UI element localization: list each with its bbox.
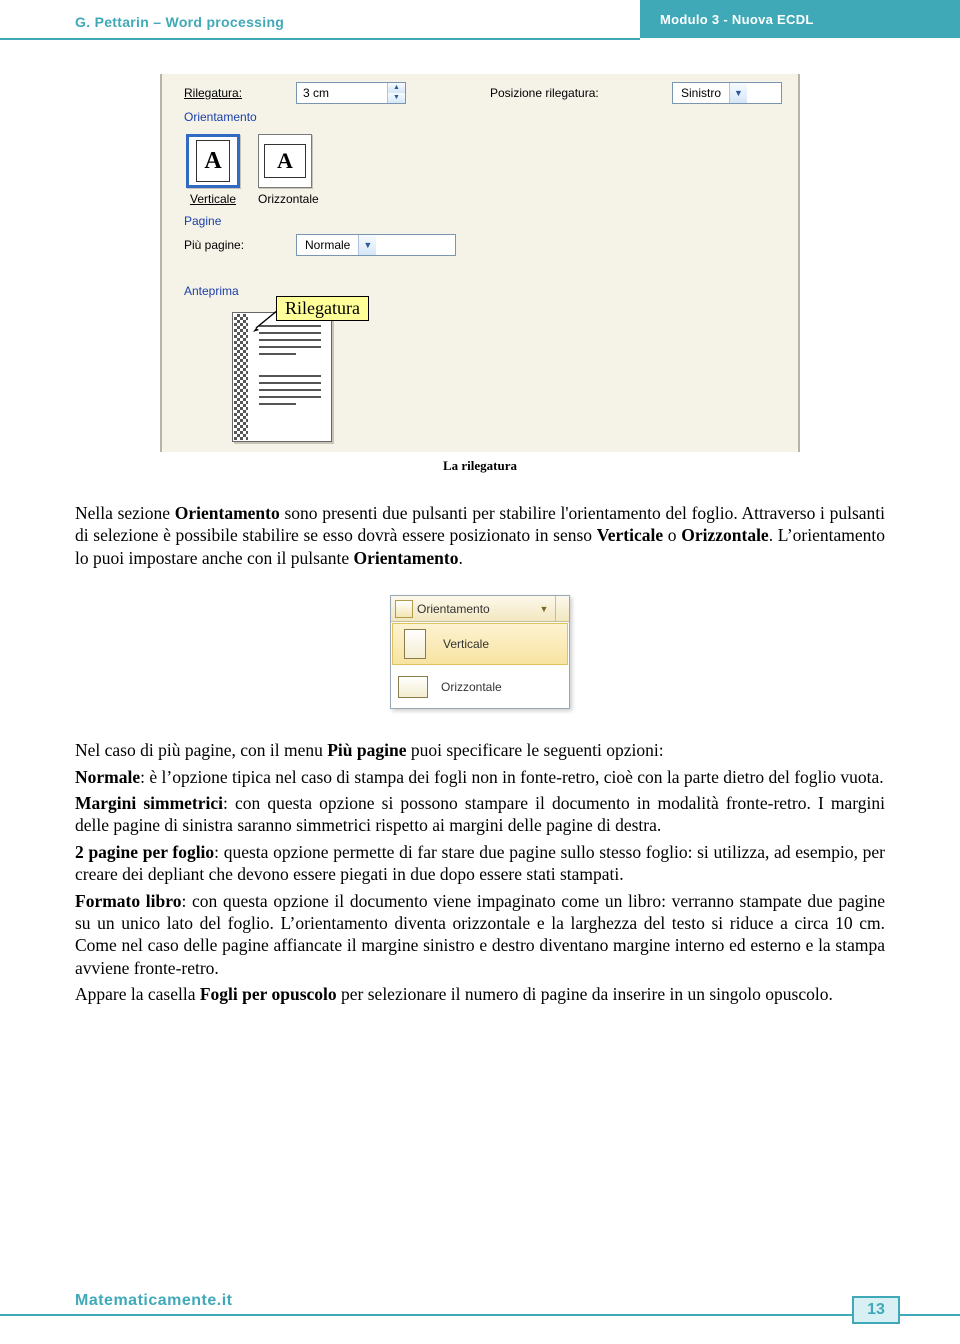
rilegatura-label: Rilegatura: xyxy=(184,86,284,100)
chevron-down-icon[interactable]: ▼ xyxy=(537,604,551,614)
orient-vertical-button[interactable]: A Verticale xyxy=(186,134,240,206)
page-header: G. Pettarin – Word processing Modulo 3 -… xyxy=(0,0,960,44)
menu-item-verticale[interactable]: Verticale xyxy=(392,623,568,665)
paragraph-7: Appare la casella Fogli per opuscolo per… xyxy=(75,983,885,1005)
paragraph-1: Nella sezione Orientamento sono presenti… xyxy=(75,502,885,569)
page-icon xyxy=(395,600,413,618)
paragraph-2: Nel caso di più pagine, con il menu Più … xyxy=(75,739,885,761)
posizione-value: Sinistro xyxy=(673,86,729,100)
page-footer: Matematicamente.it 13 xyxy=(0,1276,960,1316)
footer-site: Matematicamente.it xyxy=(75,1292,233,1310)
piu-pagine-label: Più pagine: xyxy=(184,238,284,252)
header-left-text: G. Pettarin – Word processing xyxy=(75,14,284,30)
posizione-combo[interactable]: Sinistro ▼ xyxy=(672,82,782,104)
orient-horizontal-caption: Orizzontale xyxy=(258,192,319,206)
orientamento-section-label: Orientamento xyxy=(184,110,782,124)
preview-block: Rilegatura xyxy=(232,312,352,442)
orientamento-dropdown: Orientamento ▼ Verticale Orizzontale xyxy=(390,595,570,709)
piu-pagine-combo[interactable]: Normale ▼ xyxy=(296,234,456,256)
paragraph-6: Formato libro: con questa opzione il doc… xyxy=(75,890,885,980)
page-setup-dialog: Rilegatura: 3 cm ▲▼ Posizione rilegatura… xyxy=(160,74,800,452)
footer-rule xyxy=(0,1314,960,1316)
header-right-badge: Modulo 3 - Nuova ECDL xyxy=(640,0,960,38)
orientamento-dropdown-button[interactable]: Orientamento ▼ xyxy=(391,596,569,622)
preview-page-icon xyxy=(232,312,332,442)
rilegatura-spinner[interactable]: 3 cm ▲▼ xyxy=(296,82,406,104)
landscape-icon: A xyxy=(264,144,306,178)
gutter-pattern xyxy=(234,314,248,440)
paragraph-5: 2 pagine per foglio: questa opzione perm… xyxy=(75,841,885,886)
figure-caption-1: La rilegatura xyxy=(75,458,885,474)
orient-vertical-caption: Verticale xyxy=(186,192,240,206)
piu-pagine-value: Normale xyxy=(297,238,358,252)
pagine-section-label: Pagine xyxy=(184,214,782,228)
chevron-down-icon[interactable]: ▼ xyxy=(358,235,376,255)
posizione-label: Posizione rilegatura: xyxy=(490,86,599,100)
portrait-icon xyxy=(404,629,426,659)
text-lines-icon xyxy=(259,325,321,410)
header-rule xyxy=(0,38,640,40)
anteprima-label: Anteprima xyxy=(184,284,782,298)
menu-item-label: Verticale xyxy=(443,637,557,651)
page-number: 13 xyxy=(852,1296,900,1324)
portrait-icon: A xyxy=(196,140,230,182)
paragraph-4: Margini simmetrici: con questa opzione s… xyxy=(75,792,885,837)
landscape-icon xyxy=(398,676,428,698)
menu-item-label: Orizzontale xyxy=(441,680,559,694)
spinner-buttons[interactable]: ▲▼ xyxy=(387,83,405,103)
chevron-down-icon[interactable]: ▼ xyxy=(729,83,747,103)
menu-item-orizzontale[interactable]: Orizzontale xyxy=(391,666,569,708)
orient-horizontal-button[interactable]: A Orizzontale xyxy=(258,134,319,206)
paragraph-3: Normale: è l’opzione tipica nel caso di … xyxy=(75,766,885,788)
rilegatura-value: 3 cm xyxy=(297,86,387,100)
orientamento-dropdown-label: Orientamento xyxy=(417,602,533,616)
rilegatura-callout: Rilegatura xyxy=(276,296,369,321)
